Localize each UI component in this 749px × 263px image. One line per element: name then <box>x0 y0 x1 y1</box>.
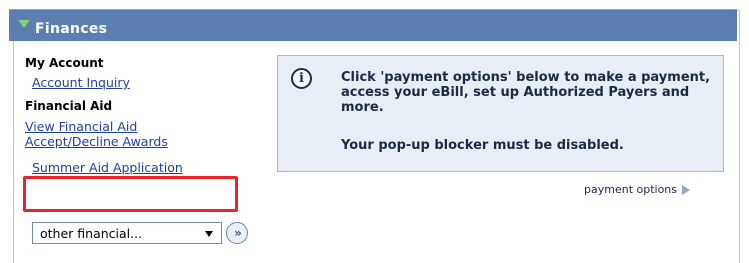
my-account-label: My Account <box>25 56 104 70</box>
panel-header[interactable]: Finances <box>9 9 737 41</box>
highlight-box <box>23 176 238 212</box>
account-inquiry-link[interactable]: Account Inquiry <box>32 75 255 90</box>
popup-blocker-note: Your pop-up blocker must be disabled. <box>341 138 624 153</box>
summer-aid-application-link[interactable]: Summer Aid Application <box>32 160 255 175</box>
view-financial-aid-link-line1[interactable]: View Financial Aid <box>25 119 255 134</box>
dropdown-arrow-icon <box>205 231 213 237</box>
double-chevron-right-icon: » <box>234 226 242 240</box>
payment-options-link[interactable]: payment options <box>584 183 691 196</box>
payment-info-box: i Click 'payment options' below to make … <box>277 55 724 172</box>
play-arrow-icon <box>682 184 691 195</box>
financial-aid-label: Financial Aid <box>25 99 113 113</box>
panel-title: Finances <box>35 20 108 37</box>
other-financial-dropdown[interactable]: other financial... <box>32 222 222 244</box>
payment-options-label: payment options <box>584 183 678 196</box>
info-icon: i <box>291 68 312 89</box>
payment-info-message: Click 'payment options' below to make a … <box>341 70 711 115</box>
go-button[interactable]: » <box>226 222 248 244</box>
dropdown-value: other financial... <box>40 225 143 241</box>
finance-links: My Account Account Inquiry Financial Aid… <box>25 56 255 175</box>
collapse-triangle-icon[interactable] <box>18 19 30 28</box>
view-financial-aid-link-line2[interactable]: Accept/Decline Awards <box>25 134 255 149</box>
